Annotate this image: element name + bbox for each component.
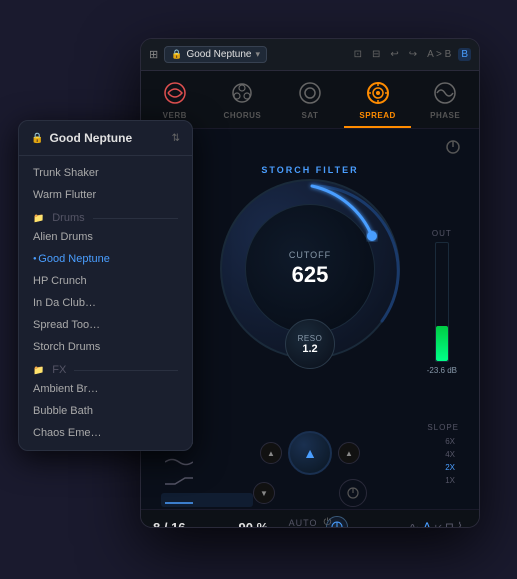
save-button[interactable]: ⊡ — [351, 48, 365, 61]
plugin-icon: ⊞ — [149, 48, 158, 61]
dropdown-item-spread-too[interactable]: Spread Too… — [19, 314, 192, 336]
reso-label: RESO — [298, 334, 323, 343]
tab-bar: VERB CHORUS SAT — [141, 71, 479, 129]
auto-power-button[interactable]: ⏻ — [323, 517, 331, 528]
dropdown-preset-name: Good Neptune — [49, 131, 165, 145]
dropdown-item-chaos[interactable]: Chaos Eme… — [19, 422, 192, 444]
slope-4x[interactable]: 4X — [441, 449, 459, 460]
tab-sat-label: SAT — [302, 111, 319, 120]
type-slope-section: TYPE — [153, 419, 467, 513]
auto-label: AUTO — [289, 518, 318, 528]
main-knob-arrow-icon: ▲ — [303, 445, 317, 461]
auto-row: AUTO ⏻ — [153, 513, 467, 528]
fx-section-label: FX — [52, 364, 66, 376]
tab-phase-label: PHASE — [430, 111, 460, 120]
dropdown-item-bubble-bath[interactable]: Bubble Bath — [19, 400, 192, 422]
dropdown-items: Trunk Shaker Warm Flutter 📁 Drums Alien … — [19, 156, 192, 450]
level-fill — [436, 326, 448, 361]
tab-phase[interactable]: PHASE — [411, 71, 479, 128]
undo-button[interactable]: ↩ — [387, 48, 401, 61]
out-label: OUT — [432, 229, 452, 238]
dropdown-section-drums: 📁 Drums — [19, 206, 192, 226]
dropdown-item-in-da-club[interactable]: In Da Club… — [19, 292, 192, 314]
redo-button[interactable]: ↪ — [406, 48, 420, 61]
reso-knob[interactable]: RESO 1.2 — [285, 319, 335, 369]
filter-type-active[interactable] — [161, 493, 253, 507]
drums-section-label: Drums — [52, 212, 84, 224]
slope-2x[interactable]: 2X — [441, 462, 459, 473]
dropdown-item-good-neptune[interactable]: Good Neptune — [19, 248, 192, 270]
out-section: OUT -23.6 dB — [427, 229, 457, 375]
controls-row: ◐ — [153, 137, 467, 157]
dropdown-arrow-icon: ▾ — [256, 49, 261, 60]
tab-spread-label: SPREAD — [359, 111, 395, 120]
phase-icon — [431, 79, 459, 107]
chorus-icon — [228, 79, 256, 107]
slope-6x[interactable]: 6X — [441, 436, 459, 447]
lock-icon: 🔒 — [171, 49, 182, 60]
verb-icon — [161, 79, 189, 107]
folder-icon: 📁 — [33, 213, 44, 224]
dropdown-item-warm-flutter[interactable]: Warm Flutter — [19, 184, 192, 206]
slope-buttons: 6X 4X 2X 1X — [367, 436, 459, 486]
dropdown-section-fx: 📁 FX — [19, 358, 192, 378]
dropdown-item-alien-drums[interactable]: Alien Drums — [19, 226, 192, 248]
filter-area[interactable]: CUTOFF 625 RESO 1.2 — [220, 179, 400, 359]
top-bar-actions: ⊡ ⊟ ↩ ↪ A > B B — [351, 48, 471, 61]
reso-value: 1.2 — [302, 343, 317, 355]
tab-spread[interactable]: SPREAD — [344, 71, 412, 128]
out-db-value: -23.6 dB — [427, 366, 457, 375]
filter-type-ramp[interactable] — [161, 474, 253, 488]
arrow-up-left-button[interactable]: ▲ — [260, 442, 282, 464]
spread-icon — [364, 79, 392, 107]
dropdown-item-trunk-shaker[interactable]: Trunk Shaker — [19, 162, 192, 184]
dropdown-panel: 🔒 Good Neptune ⇅ Trunk Shaker Warm Flutt… — [18, 120, 193, 451]
tab-chorus-label: CHORUS — [224, 111, 262, 120]
folder-fx-icon: 📁 — [33, 365, 44, 376]
level-bar — [435, 242, 449, 362]
tab-chorus[interactable]: CHORUS — [209, 71, 277, 128]
copy-button[interactable]: ⊟ — [369, 48, 383, 61]
b-button[interactable]: B — [458, 48, 471, 61]
top-bar: ⊞ 🔒 Good Neptune ▾ ⊡ ⊟ ↩ ↪ A > B B — [141, 39, 479, 71]
slope-1x[interactable]: 1X — [441, 475, 459, 486]
ab-button[interactable]: A > B — [424, 48, 454, 61]
tab-sat[interactable]: SAT — [276, 71, 344, 128]
power-round-button[interactable] — [339, 479, 367, 507]
dropdown-item-storch-drums[interactable]: Storch Drums — [19, 336, 192, 358]
main-knob[interactable]: ▲ — [288, 431, 332, 475]
slope-column: SLOPE 6X 4X 2X 1X — [367, 423, 459, 509]
arrow-down-left-button[interactable]: ▼ — [253, 482, 275, 504]
dropdown-item-ambient[interactable]: Ambient Br… — [19, 378, 192, 400]
dropdown-lock-icon: 🔒 — [31, 133, 43, 144]
filter-title: STORCH FILTER — [153, 165, 467, 175]
dropdown-header: 🔒 Good Neptune ⇅ — [19, 121, 192, 156]
tab-verb-label: VERB — [163, 111, 187, 120]
dropdown-item-hp-crunch[interactable]: HP Crunch — [19, 270, 192, 292]
sat-icon — [296, 79, 324, 107]
arrow-up-right-button[interactable]: ▲ — [338, 442, 360, 464]
dropdown-arrows[interactable]: ⇅ — [172, 133, 180, 144]
power-button-top[interactable] — [443, 137, 463, 157]
preset-selector[interactable]: 🔒 Good Neptune ▾ — [164, 46, 267, 63]
preset-name: Good Neptune — [186, 49, 251, 60]
slope-header: SLOPE — [367, 423, 459, 432]
filter-type-sine[interactable] — [161, 455, 253, 469]
